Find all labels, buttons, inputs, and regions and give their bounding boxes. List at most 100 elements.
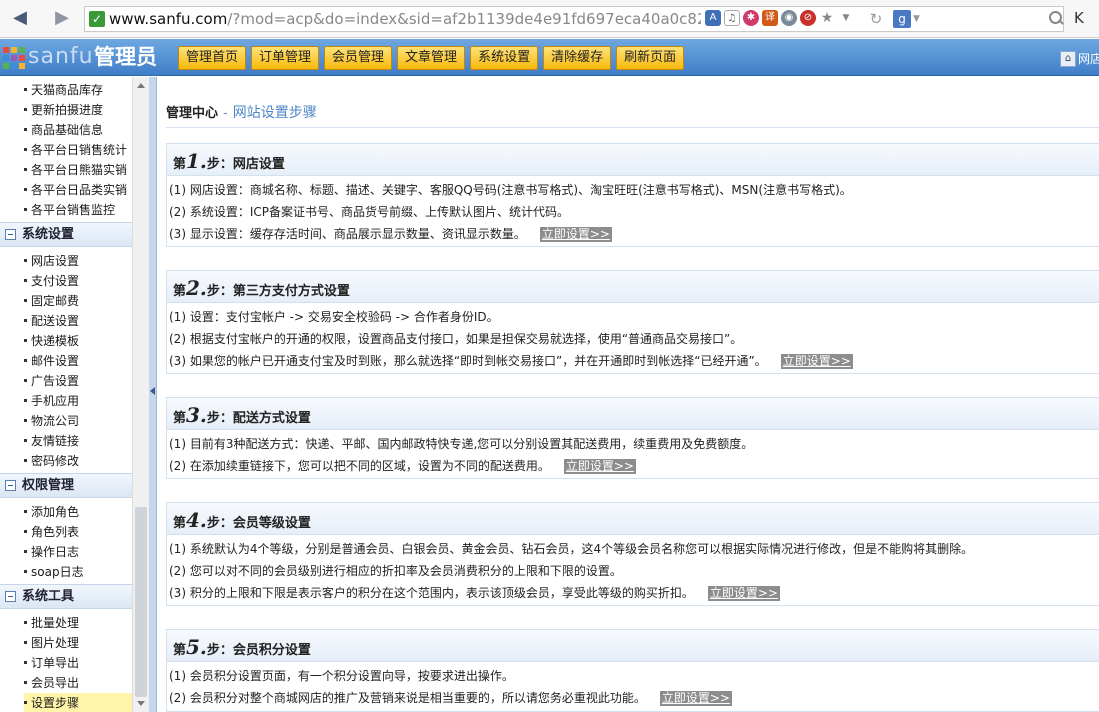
collapse-left-icon[interactable] xyxy=(150,387,155,395)
step-heading: 第2.步：第三方支付方式设置 xyxy=(167,271,1099,303)
collapse-icon[interactable] xyxy=(5,229,16,240)
sidebar-item[interactable]: 天猫商品库存 xyxy=(24,80,132,100)
step-line: (1) 网店设置：商城名称、标题、描述、关键字、客服QQ号码(注意书写格式)、淘… xyxy=(169,183,852,197)
sidebar-splitter[interactable] xyxy=(149,77,157,712)
step-panel: 第1.步：网店设置 (1) 网店设置：商城名称、标题、描述、关键字、客服QQ号码… xyxy=(166,143,1099,247)
sidebar-item[interactable]: 各平台日品类实销 xyxy=(24,180,132,200)
star-icon[interactable]: ★ xyxy=(819,10,835,26)
collapse-icon[interactable] xyxy=(5,591,16,602)
step-panel: 第4.步：会员等级设置 (1) 系统默认为4个等级，分别是普通会员、白银会员、黄… xyxy=(166,502,1099,606)
breadcrumb-root[interactable]: 管理中心 xyxy=(166,106,218,121)
nav-home-button[interactable]: 管理首页 xyxy=(178,46,247,70)
setup-now-link[interactable]: 立即设置>> xyxy=(563,459,636,474)
breadcrumb: 管理中心 - 网站设置步骤 xyxy=(166,98,1099,128)
search-engine-dropdown-icon[interactable]: ▼ xyxy=(913,10,923,28)
sidebar-item[interactable]: 订单导出 xyxy=(24,653,132,673)
setup-now-link[interactable]: 立即设置>> xyxy=(707,586,780,601)
sidebar-item[interactable]: 图片处理 xyxy=(24,633,132,653)
setup-now-link[interactable]: 立即设置>> xyxy=(539,227,612,242)
google-search-icon[interactable]: g xyxy=(893,10,911,28)
admin-header: sanfu 管理员 管理首页 订单管理 会员管理 文章管理 系统设置 清除缓存 刷新页面 ⌂… xyxy=(0,39,1099,76)
translate-cn-icon[interactable]: 译 xyxy=(762,10,778,26)
collapse-icon[interactable] xyxy=(5,480,16,491)
step-line: (3) 积分的上限和下限是表示客户的积分在这个范围内，表示该顶级会员，享受此等级… xyxy=(169,586,780,601)
sidebar-group-permissions[interactable]: 权限管理 xyxy=(0,473,132,498)
block-icon[interactable]: ⊘ xyxy=(800,10,816,26)
sidebar-item[interactable]: 广告设置 xyxy=(24,371,132,391)
logo-role: 管理员 xyxy=(94,45,157,69)
flower-icon[interactable]: ✱ xyxy=(743,10,759,26)
sidebar-item[interactable]: 添加角色 xyxy=(24,502,132,522)
step-line: (1) 会员积分设置页面，有一个积分设置向导，按要求进出操作。 xyxy=(169,669,514,683)
sidebar-item-active[interactable]: 设置步骤 xyxy=(24,693,132,712)
sidebar-item[interactable]: 操作日志 xyxy=(24,542,132,562)
step-line: (2) 在添加续重链接下，您可以把不同的区域，设置为不同的配送费用。 立即设置>> xyxy=(169,459,636,474)
search-icon[interactable] xyxy=(1047,9,1065,27)
store-home-link[interactable]: ⌂ 网店 xyxy=(1060,51,1099,69)
sidebar-item[interactable]: 各平台日熊猫实销 xyxy=(24,160,132,180)
scroll-down-icon[interactable] xyxy=(137,701,145,706)
step-heading: 第3.步：配送方式设置 xyxy=(167,398,1099,430)
step-panel: 第5.步：会员积分设置 (1) 会员积分设置页面，有一个积分设置向导，按要求进出… xyxy=(166,629,1099,712)
forward-arrow-icon[interactable]: ▶ xyxy=(52,8,72,28)
setup-now-link[interactable]: 立即设置>> xyxy=(780,354,853,369)
scrollbar-thumb[interactable] xyxy=(135,507,147,697)
sidebar-scrollbar[interactable] xyxy=(132,77,149,712)
sidebar-item[interactable]: 各平台日销售统计 xyxy=(24,140,132,160)
chevron-down-icon[interactable]: ▼ xyxy=(838,10,854,26)
toolbar-k-button[interactable]: K xyxy=(1074,8,1094,28)
sidebar-item[interactable]: 更新拍摄进度 xyxy=(24,100,132,120)
sidebar-item[interactable]: 角色列表 xyxy=(24,522,132,542)
step-line: (2) 您可以对不同的会员级别进行相应的折扣率及会员消费积分的上限和下限的设置。 xyxy=(169,564,622,578)
back-arrow-icon[interactable]: ◀ xyxy=(10,8,30,28)
nav-clear-cache-button[interactable]: 清除缓存 xyxy=(543,46,612,70)
sidebar-item[interactable]: 网店设置 xyxy=(24,251,132,271)
secure-check-icon: ✓ xyxy=(89,11,105,27)
sidebar-item[interactable]: 支付设置 xyxy=(24,271,132,291)
sidebar-item[interactable]: 物流公司 xyxy=(24,411,132,431)
translate-icon[interactable]: A xyxy=(705,10,721,26)
nav-members-button[interactable]: 会员管理 xyxy=(324,46,393,70)
sidebar-group-system-settings[interactable]: 系统设置 xyxy=(0,222,132,247)
page-title: 网站设置步骤 xyxy=(232,105,317,121)
nav-settings-button[interactable]: 系统设置 xyxy=(470,46,539,70)
scroll-up-icon[interactable] xyxy=(137,83,145,88)
step-panel: 第2.步：第三方支付方式设置 (1) 设置：支付宝帐户 -> 交易安全校验码 -… xyxy=(166,270,1099,374)
top-nav: 管理首页 订单管理 会员管理 文章管理 系统设置 清除缓存 刷新页面 xyxy=(178,46,689,70)
sidebar-item[interactable]: 商品基础信息 xyxy=(24,120,132,140)
sidebar-item[interactable]: 快递模板 xyxy=(24,331,132,351)
sidebar-item[interactable]: 密码修改 xyxy=(24,451,132,471)
sidebar-item[interactable]: 会员导出 xyxy=(24,673,132,693)
nav-articles-button[interactable]: 文章管理 xyxy=(397,46,466,70)
nav-refresh-button[interactable]: 刷新页面 xyxy=(616,46,685,70)
sidebar-item[interactable]: 友情链接 xyxy=(24,431,132,451)
sidebar-item[interactable]: 批量处理 xyxy=(24,613,132,633)
sidebar-item[interactable]: 各平台销售监控 xyxy=(24,200,132,220)
address-bar[interactable]: ✓ www.sanfu.com/?mod=acp&do=index&sid=af… xyxy=(84,6,1064,32)
sidebar-item[interactable]: 手机应用 xyxy=(24,391,132,411)
step-heading: 第4.步：会员等级设置 xyxy=(167,503,1099,535)
nav-orders-button[interactable]: 订单管理 xyxy=(251,46,320,70)
sidebar-item[interactable]: 配送设置 xyxy=(24,311,132,331)
sidebar-item[interactable]: 固定邮费 xyxy=(24,291,132,311)
step-line: (1) 目前有3种配送方式：快递、平邮、国内邮政特快专递,您可以分别设置其配送费… xyxy=(169,437,754,451)
logo-text: sanfu xyxy=(28,44,94,69)
url-text[interactable]: www.sanfu.com/?mod=acp&do=index&sid=af2b… xyxy=(109,10,701,28)
logo-icon xyxy=(3,47,25,69)
step-line: (3) 如果您的帐户已开通支付宝及时到账，那么就选择“即时到帐交易接口”，并在开… xyxy=(169,354,853,369)
sidebar-menu: 天猫商品库存 更新拍摄进度 商品基础信息 各平台日销售统计 各平台日熊猫实销 各… xyxy=(0,77,132,712)
browser-toolbar: ◀ ▶ ✓ www.sanfu.com/?mod=acp&do=index&si… xyxy=(0,0,1099,38)
step-line: (1) 系统默认为4个等级，分别是普通会员、白银会员、黄金会员、钻石会员，这4个… xyxy=(169,542,974,556)
sidebar-item[interactable]: 邮件设置 xyxy=(24,351,132,371)
step-line: (2) 系统设置：ICP备案证书号、商品货号前缀、上传默认图片、统计代码。 xyxy=(169,205,569,219)
sidebar-group-tools[interactable]: 系统工具 xyxy=(0,584,132,609)
setup-now-link[interactable]: 立即设置>> xyxy=(659,691,732,706)
globe-icon[interactable]: ◉ xyxy=(781,10,797,26)
music-icon[interactable]: ♫ xyxy=(724,10,740,26)
step-panel: 第3.步：配送方式设置 (1) 目前有3种配送方式：快递、平邮、国内邮政特快专递… xyxy=(166,397,1099,479)
step-line: (1) 设置：支付宝帐户 -> 交易安全校验码 -> 合作者身份ID。 xyxy=(169,310,499,324)
refresh-icon[interactable]: ↻ xyxy=(867,10,885,28)
main-content: 管理中心 - 网站设置步骤 第1.步：网店设置 (1) 网店设置：商城名称、标题、描… xyxy=(158,77,1099,712)
house-icon: ⌂ xyxy=(1060,51,1076,67)
sidebar-item[interactable]: soap日志 xyxy=(24,562,132,582)
